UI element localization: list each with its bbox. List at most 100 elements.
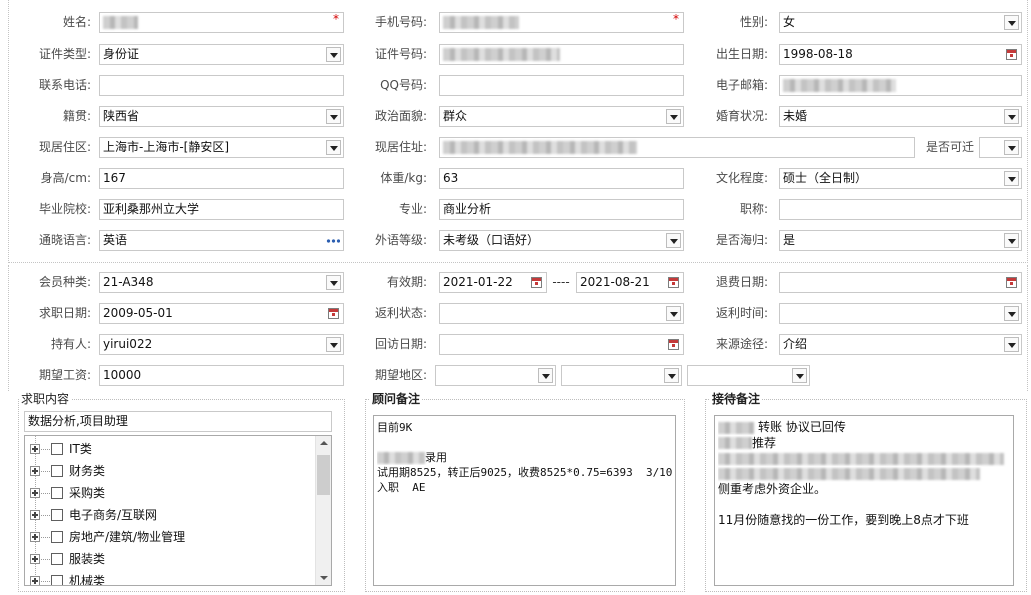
- chevron-down-icon[interactable]: [1004, 171, 1019, 186]
- tree-item[interactable]: 财务类: [25, 460, 315, 482]
- more-dots-icon[interactable]: [326, 239, 340, 243]
- tree-item-label[interactable]: 财务类: [69, 460, 105, 482]
- education-value[interactable]: 硕士（全日制）: [783, 171, 867, 185]
- chevron-down-icon[interactable]: [1004, 337, 1019, 352]
- foreign-level-select[interactable]: 未考级（口语好）: [439, 230, 684, 251]
- refund-date-input[interactable]: [779, 272, 1022, 293]
- chevron-down-icon[interactable]: [1004, 109, 1019, 124]
- native-place-select[interactable]: 陕西省: [99, 106, 344, 127]
- tree-item[interactable]: 房地产/建筑/物业管理: [25, 526, 315, 548]
- tree-item-label[interactable]: 机械类: [69, 570, 105, 585]
- chevron-down-icon[interactable]: [1004, 233, 1019, 248]
- chevron-down-icon[interactable]: [326, 140, 341, 155]
- qq-input[interactable]: [439, 75, 684, 96]
- validity-start-input[interactable]: 2021-01-22: [439, 272, 547, 293]
- chevron-down-icon[interactable]: [666, 306, 681, 321]
- tree-item[interactable]: IT类: [25, 438, 315, 460]
- scroll-up-arrow-icon[interactable]: [316, 436, 331, 451]
- gender-value[interactable]: 女: [783, 15, 795, 29]
- mobile-input[interactable]: *: [439, 12, 684, 33]
- validity-end-value[interactable]: 2021-08-21: [580, 275, 650, 289]
- plus-box-icon[interactable]: [30, 532, 40, 542]
- political-status-select[interactable]: 群众: [439, 106, 684, 127]
- chevron-down-icon[interactable]: [326, 109, 341, 124]
- source-value[interactable]: 介绍: [783, 337, 807, 351]
- plus-box-icon[interactable]: [30, 510, 40, 520]
- validity-end-input[interactable]: 2021-08-21: [576, 272, 684, 293]
- job-title-input[interactable]: [779, 199, 1022, 220]
- checkbox-icon[interactable]: [51, 509, 63, 521]
- tree-item[interactable]: 电子商务/互联网: [25, 504, 315, 526]
- returnee-value[interactable]: 是: [783, 233, 795, 247]
- residence-district-value[interactable]: 上海市-上海市-[静安区]: [103, 140, 229, 154]
- scrollbar-thumb[interactable]: [317, 455, 330, 495]
- school-value[interactable]: 亚利桑那州立大学: [103, 202, 199, 216]
- id-number-input[interactable]: [439, 44, 684, 65]
- tree-item[interactable]: 服装类: [25, 548, 315, 570]
- residence-address-input[interactable]: [439, 137, 915, 158]
- chevron-down-icon[interactable]: [538, 368, 553, 383]
- marital-status-value[interactable]: 未婚: [783, 109, 807, 123]
- scroll-down-arrow-icon[interactable]: [316, 570, 331, 585]
- email-input[interactable]: [779, 75, 1022, 96]
- tree-item-label[interactable]: 服装类: [69, 548, 105, 570]
- job-content-selected-input[interactable]: 数据分析,项目助理: [24, 411, 332, 432]
- id-type-value[interactable]: 身份证: [103, 47, 139, 61]
- weight-input[interactable]: 63: [439, 168, 684, 189]
- weight-value[interactable]: 63: [443, 171, 458, 185]
- native-place-value[interactable]: 陕西省: [103, 109, 139, 123]
- checkbox-icon[interactable]: [51, 553, 63, 565]
- job-date-value[interactable]: 2009-05-01: [103, 306, 173, 320]
- id-type-select[interactable]: 身份证: [99, 44, 344, 65]
- calendar-icon[interactable]: [328, 308, 339, 319]
- chevron-down-icon[interactable]: [1004, 15, 1019, 30]
- checkbox-icon[interactable]: [51, 443, 63, 455]
- birth-date-input[interactable]: 1998-08-18: [779, 44, 1022, 65]
- chevron-down-icon[interactable]: [664, 368, 679, 383]
- checkbox-icon[interactable]: [51, 531, 63, 543]
- tree-item-label[interactable]: 房地产/建筑/物业管理: [69, 526, 185, 548]
- tree-scrollbar[interactable]: [315, 436, 331, 585]
- plus-box-icon[interactable]: [30, 466, 40, 476]
- chevron-down-icon[interactable]: [326, 47, 341, 62]
- plus-box-icon[interactable]: [30, 554, 40, 564]
- rebate-status-select[interactable]: [439, 303, 684, 324]
- height-value[interactable]: 167: [103, 171, 126, 185]
- source-select[interactable]: 介绍: [779, 334, 1022, 355]
- holder-value[interactable]: yirui022: [103, 337, 152, 351]
- job-content-selected-value[interactable]: 数据分析,项目助理: [28, 414, 128, 428]
- calendar-icon[interactable]: [668, 277, 679, 288]
- expected-salary-value[interactable]: 10000: [103, 368, 141, 382]
- calendar-icon[interactable]: [531, 277, 542, 288]
- region-city-select[interactable]: [561, 365, 682, 386]
- member-type-select[interactable]: 21-A348: [99, 272, 344, 293]
- validity-start-value[interactable]: 2021-01-22: [443, 275, 513, 289]
- plus-box-icon[interactable]: [30, 576, 40, 585]
- checkbox-icon[interactable]: [51, 575, 63, 585]
- birth-date-value[interactable]: 1998-08-18: [783, 47, 853, 61]
- school-input[interactable]: 亚利桑那州立大学: [99, 199, 344, 220]
- political-status-value[interactable]: 群众: [443, 109, 467, 123]
- region-province-select[interactable]: [435, 365, 556, 386]
- major-input[interactable]: 商业分析: [439, 199, 684, 220]
- height-input[interactable]: 167: [99, 168, 344, 189]
- calendar-icon[interactable]: [1006, 277, 1017, 288]
- education-select[interactable]: 硕士（全日制）: [779, 168, 1022, 189]
- languages-input[interactable]: 英语: [99, 230, 344, 251]
- expected-salary-input[interactable]: 10000: [99, 365, 344, 386]
- gender-select[interactable]: 女: [779, 12, 1022, 33]
- visit-date-input[interactable]: [439, 334, 684, 355]
- tree-item[interactable]: 机械类: [25, 570, 315, 585]
- foreign-level-value[interactable]: 未考级（口语好）: [443, 233, 539, 247]
- job-date-input[interactable]: 2009-05-01: [99, 303, 344, 324]
- chevron-down-icon[interactable]: [666, 109, 681, 124]
- tree-item-label[interactable]: 电子商务/互联网: [69, 504, 157, 526]
- job-category-tree[interactable]: IT类 财务类 采购类 电子商务/互联网 房地产/建筑/物业管理 服装类 机械类: [24, 435, 332, 586]
- tree-item-label[interactable]: IT类: [69, 438, 92, 460]
- member-type-value[interactable]: 21-A348: [103, 275, 153, 289]
- reception-notes-textarea[interactable]: 转账 协议已回传 推荐 侧重考虑外资企业。 11月份随意找的一份工作，要到晚上8…: [714, 415, 1014, 586]
- chevron-down-icon[interactable]: [1004, 306, 1019, 321]
- phone-input[interactable]: [99, 75, 344, 96]
- checkbox-icon[interactable]: [51, 487, 63, 499]
- calendar-icon[interactable]: [1006, 49, 1017, 60]
